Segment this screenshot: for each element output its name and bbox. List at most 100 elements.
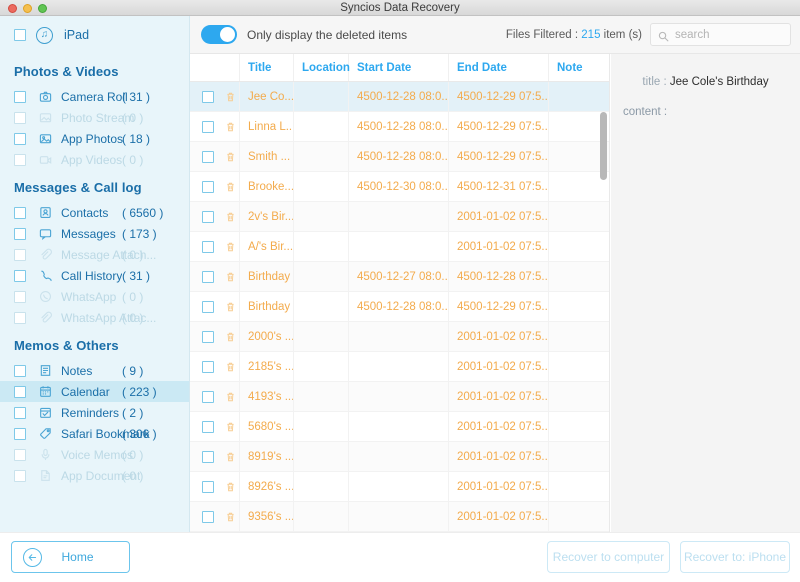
- table-row[interactable]: 2000's ... 2001-01-02 07:5...: [190, 321, 609, 352]
- contact-icon: [39, 206, 52, 219]
- deleted-items-toggle[interactable]: [201, 25, 237, 44]
- recover-to-iphone-button[interactable]: Recover to: iPhone: [680, 541, 790, 573]
- row-select-cell[interactable]: [190, 351, 240, 382]
- device-checkbox[interactable]: [14, 29, 26, 41]
- search-input[interactable]: [675, 28, 780, 41]
- sidebar-item-app-photos[interactable]: App Photos( 18 ): [0, 128, 189, 149]
- row-checkbox[interactable]: [202, 240, 214, 253]
- row-select-cell[interactable]: [190, 261, 240, 292]
- row-checkbox[interactable]: [202, 270, 214, 283]
- cell-end-date: 2001-01-02 07:5...: [449, 381, 549, 412]
- trash-icon: [225, 361, 236, 373]
- close-button[interactable]: [8, 4, 17, 13]
- table-row[interactable]: Birthday 4500-12-27 08:0... 4500-12-28 07:…: [190, 261, 609, 292]
- row-select-cell[interactable]: [190, 441, 240, 472]
- sidebar-item-app-document: App Document( 0 ): [0, 465, 189, 486]
- recover-to-computer-button[interactable]: Recover to computer: [547, 541, 670, 573]
- column-header-select[interactable]: [190, 54, 240, 81]
- row-select-cell[interactable]: [190, 501, 240, 532]
- row-checkbox[interactable]: [202, 150, 214, 163]
- zoom-button[interactable]: [38, 4, 47, 13]
- sidebar-item-label: Camera Roll: [61, 89, 128, 104]
- cell-title: 2000's ...: [240, 321, 294, 352]
- sidebar-item-call-history[interactable]: Call History( 31 ): [0, 265, 189, 286]
- sidebar-item-messages[interactable]: Messages ( 173 ): [0, 223, 189, 244]
- column-header-location[interactable]: Location: [294, 54, 350, 81]
- sidebar-item-checkbox[interactable]: [14, 206, 26, 219]
- row-checkbox[interactable]: [202, 390, 214, 403]
- table-row[interactable]: 8919's ... 2001-01-02 07:5...: [190, 441, 609, 472]
- table-row[interactable]: 8926's ... 2001-01-02 07:5...: [190, 471, 609, 502]
- sidebar-item-message-attach: Message Attach...( 0 ): [0, 244, 189, 265]
- row-select-cell[interactable]: [190, 411, 240, 442]
- row-select-cell[interactable]: [190, 111, 240, 142]
- row-checkbox[interactable]: [202, 480, 214, 493]
- search-box[interactable]: [650, 23, 791, 46]
- table-row[interactable]: 2185's ... 2001-01-02 07:5...: [190, 351, 609, 382]
- cell-title: Birthday: [240, 261, 294, 292]
- sidebar-item-checkbox[interactable]: [14, 406, 26, 419]
- sidebar-item-camera-roll[interactable]: Camera Roll( 31 ): [0, 86, 189, 107]
- row-select-cell[interactable]: [190, 82, 240, 112]
- column-header-start-date[interactable]: Start Date: [349, 54, 449, 81]
- sidebar-item-checkbox[interactable]: [14, 385, 26, 398]
- row-checkbox[interactable]: [202, 510, 214, 523]
- column-header-note[interactable]: Note: [549, 54, 609, 81]
- table-row[interactable]: A/'s Bir... 2001-01-02 07:5...: [190, 231, 609, 262]
- row-checkbox[interactable]: [202, 90, 214, 103]
- image-icon: [39, 132, 52, 145]
- sidebar-item-checkbox[interactable]: [14, 364, 26, 377]
- home-button[interactable]: Home: [11, 541, 130, 573]
- row-checkbox[interactable]: [202, 120, 214, 133]
- sidebar-item-checkbox[interactable]: [14, 427, 26, 440]
- table-scrollbar-thumb[interactable]: [600, 112, 607, 180]
- sidebar-item-reminders[interactable]: Reminders( 2 ): [0, 402, 189, 423]
- table-row[interactable]: Smith ... 4500-12-28 08:0... 4500-12-29 07…: [190, 141, 609, 172]
- row-checkbox[interactable]: [202, 210, 214, 223]
- sidebar-device-ipad[interactable]: iPad: [0, 16, 189, 54]
- column-header-title[interactable]: Title: [240, 54, 294, 81]
- row-select-cell[interactable]: [190, 291, 240, 322]
- row-checkbox[interactable]: [202, 360, 214, 373]
- table-row[interactable]: Birthday 4500-12-28 08:0... 4500-12-29 07:…: [190, 291, 609, 322]
- table-row[interactable]: 5680's ... 2001-01-02 07:5...: [190, 411, 609, 442]
- cell-title: 8919's ...: [240, 441, 294, 472]
- sidebar-item-safari-bookmark[interactable]: Safari Bookmark( 306 ): [0, 423, 189, 444]
- sidebar-item-checkbox[interactable]: [14, 269, 26, 282]
- table-row[interactable]: Jee Co... 4500-12-28 08:0... 4500-12-29 07…: [190, 82, 609, 112]
- row-select-cell[interactable]: [190, 381, 240, 412]
- microphone-icon: [39, 448, 52, 461]
- sidebar-item-checkbox[interactable]: [14, 90, 26, 103]
- sidebar-item-count: ( 173 ): [122, 226, 157, 241]
- sidebar-item-checkbox[interactable]: [14, 227, 26, 240]
- table-row[interactable]: Brooke... 4500-12-30 08:0... 4500-12-31 07…: [190, 171, 609, 202]
- row-select-cell[interactable]: [190, 141, 240, 172]
- sidebar-item-checkbox: [14, 111, 26, 124]
- row-select-cell[interactable]: [190, 171, 240, 202]
- detail-panel: title : Jee Cole's Birthday content :: [611, 54, 800, 532]
- trash-icon: [225, 211, 236, 223]
- row-select-cell[interactable]: [190, 321, 240, 352]
- row-select-cell[interactable]: [190, 231, 240, 262]
- minimize-button[interactable]: [23, 4, 32, 13]
- table-row[interactable]: 2v's Bir... 2001-01-02 07:5...: [190, 201, 609, 232]
- row-select-cell[interactable]: [190, 471, 240, 502]
- row-checkbox[interactable]: [202, 420, 214, 433]
- reminder-icon: [39, 406, 52, 419]
- row-checkbox[interactable]: [202, 300, 214, 313]
- row-checkbox[interactable]: [202, 180, 214, 193]
- row-checkbox[interactable]: [202, 330, 214, 343]
- row-checkbox[interactable]: [202, 450, 214, 463]
- sidebar-item-checkbox[interactable]: [14, 132, 26, 145]
- table-row[interactable]: 4193's ... 2001-01-02 07:5...: [190, 381, 609, 412]
- row-select-cell[interactable]: [190, 201, 240, 232]
- cell-end-date: 4500-12-28 07:5...: [449, 261, 549, 292]
- table-body[interactable]: Jee Co... 4500-12-28 08:0... 4500-12-29 07…: [190, 82, 609, 532]
- table-row[interactable]: 9356's ... 2001-01-02 07:5...: [190, 501, 609, 532]
- sidebar-item-calendar[interactable]: Calendar ( 223 ): [0, 381, 189, 402]
- sidebar-item-notes[interactable]: Notes ( 9 ): [0, 360, 189, 381]
- table-row[interactable]: Linna L... 4500-12-28 08:0... 4500-12-29 0…: [190, 111, 609, 142]
- sidebar-item-count: ( 2 ): [122, 405, 144, 420]
- sidebar-item-contacts[interactable]: Contacts ( 6560 ): [0, 202, 189, 223]
- column-header-end-date[interactable]: End Date: [449, 54, 549, 81]
